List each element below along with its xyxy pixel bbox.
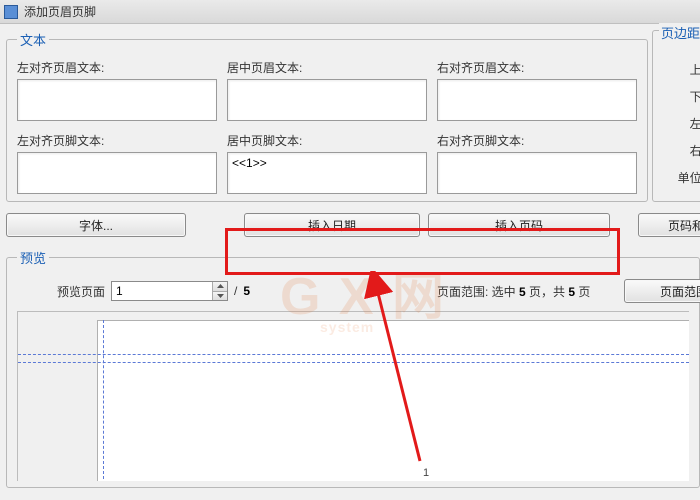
page-range-text: 页面范围: 选中 5 页，共 5 页 <box>437 283 590 300</box>
titlebar: 添加页眉页脚 <box>0 0 700 24</box>
footer-center-label: 居中页脚文本: <box>227 132 427 149</box>
text-legend: 文本 <box>17 30 49 49</box>
margin-left-label: 左: <box>659 115 700 132</box>
range-suffix: 页 <box>575 285 590 299</box>
margin-legend: 页边距 <box>659 23 700 42</box>
button-row: 字体... 插入日期 插入页码 页码和日期 <box>6 210 700 240</box>
margin-right-label: 右: <box>659 142 700 159</box>
insert-page-button[interactable]: 插入页码 <box>428 213 610 237</box>
range-mid1: 选中 <box>492 285 519 299</box>
spinner-up-icon[interactable] <box>212 282 227 292</box>
header-center-label: 居中页眉文本: <box>227 59 427 76</box>
guide-horizontal-1 <box>18 354 689 355</box>
header-left-label: 左对齐页眉文本: <box>17 59 217 76</box>
footer-left-input[interactable] <box>17 152 217 194</box>
header-right-input[interactable] <box>437 79 637 121</box>
page-total-sep: / <box>234 284 237 298</box>
margin-fieldset: 页边距 上: 下: 左: 右: 单位: <box>652 30 700 202</box>
footer-left-label: 左对齐页脚文本: <box>17 132 217 149</box>
font-button[interactable]: 字体... <box>6 213 186 237</box>
footer-center-input[interactable] <box>227 152 427 194</box>
insert-date-button[interactable]: 插入日期 <box>244 213 420 237</box>
header-center-input[interactable] <box>227 79 427 121</box>
window-title: 添加页眉页脚 <box>24 3 96 20</box>
page-and-date-button[interactable]: 页码和日期 <box>638 213 700 237</box>
margin-bottom-label: 下: <box>659 88 700 105</box>
guide-vertical <box>103 320 104 481</box>
header-left-input[interactable] <box>17 79 217 121</box>
preview-fieldset: 预览 预览页面 / 5 页面范围: 选中 5 页，共 5 页 页面范围 1 <box>6 248 700 488</box>
range-selected: 5 <box>519 285 526 299</box>
preview-paper <box>97 320 689 481</box>
preview-page-label: 预览页面 <box>57 283 105 300</box>
page-total: 5 <box>243 284 250 298</box>
margin-unit-label: 单位: <box>659 169 700 186</box>
range-mid2: 页，共 <box>526 285 569 299</box>
text-fieldset: 文本 左对齐页眉文本: 居中页眉文本: 右对齐页眉文本: 左对齐页脚文本: 居中… <box>6 30 648 202</box>
preview-page-number: 1 <box>423 467 429 479</box>
header-right-label: 右对齐页眉文本: <box>437 59 637 76</box>
margin-top-label: 上: <box>659 61 700 78</box>
range-prefix: 页面范围: <box>437 285 492 299</box>
preview-canvas: 1 <box>17 311 689 481</box>
app-icon <box>4 5 18 19</box>
footer-right-input[interactable] <box>437 152 637 194</box>
preview-page-spinner[interactable] <box>111 281 228 301</box>
footer-right-label: 右对齐页脚文本: <box>437 132 637 149</box>
page-range-button[interactable]: 页面范围 <box>624 279 700 303</box>
preview-page-input[interactable] <box>112 282 212 300</box>
guide-horizontal-2 <box>18 362 689 363</box>
preview-legend: 预览 <box>17 248 49 267</box>
spinner-down-icon[interactable] <box>212 292 227 301</box>
